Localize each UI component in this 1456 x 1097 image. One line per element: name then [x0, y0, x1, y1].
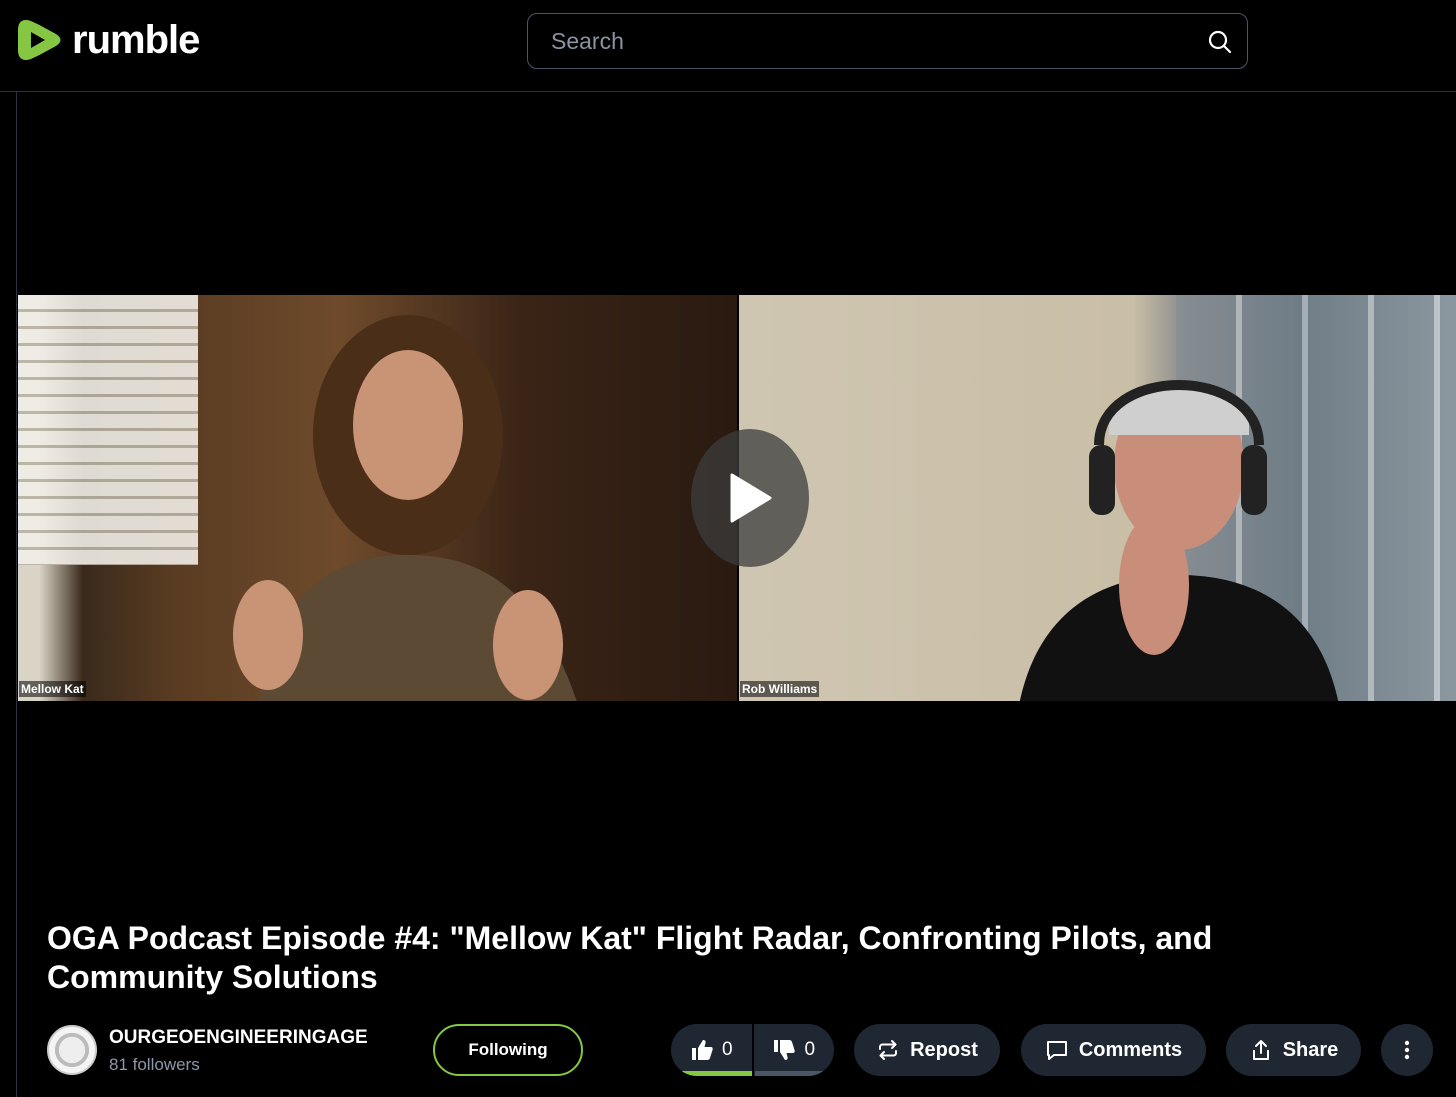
- dislike-ratio-bar: [755, 1071, 828, 1076]
- like-count: 0: [721, 1039, 733, 1060]
- vote-group: 0 0: [671, 1024, 834, 1076]
- rumble-play-logo-icon: [18, 20, 61, 60]
- dislike-count: 0: [804, 1039, 816, 1060]
- logo-text: rumble: [72, 18, 200, 62]
- search-box: [527, 13, 1248, 69]
- participant-name-right: Rob Williams: [740, 681, 820, 697]
- repost-icon: [879, 1040, 898, 1060]
- thumbs-up-icon: [691, 1040, 713, 1060]
- thumbs-down-icon: [774, 1040, 796, 1060]
- play-icon: [730, 473, 772, 523]
- window-shutters-decoration: [18, 295, 198, 565]
- channel-name[interactable]: OURGEOENGINEERINGAGE: [109, 1027, 368, 1049]
- play-button[interactable]: [691, 429, 809, 567]
- participant-right-image: [1019, 380, 1339, 701]
- share-button[interactable]: Share: [1226, 1024, 1361, 1076]
- left-sidebar-rail: [0, 92, 17, 1097]
- rumble-logo[interactable]: rumble: [16, 16, 200, 64]
- comments-label: Comments: [1078, 1038, 1183, 1061]
- follower-count: 81 followers: [109, 1055, 200, 1074]
- search-icon[interactable]: [1207, 29, 1233, 55]
- like-ratio-bar: [677, 1071, 752, 1076]
- repost-label: Repost: [910, 1038, 978, 1061]
- like-button[interactable]: 0: [671, 1024, 752, 1076]
- video-frame-left: Mellow Kat: [18, 295, 737, 701]
- participant-left-image: [233, 315, 577, 701]
- participant-name-left: Mellow Kat: [19, 681, 86, 697]
- share-label: Share: [1282, 1038, 1339, 1061]
- more-options-button[interactable]: [1381, 1024, 1433, 1076]
- following-button[interactable]: Following: [433, 1024, 583, 1076]
- video-player[interactable]: Mellow Kat Rob Williams: [18, 93, 1456, 893]
- comments-button[interactable]: Comments: [1021, 1024, 1206, 1076]
- search-input[interactable]: [528, 14, 1247, 68]
- share-icon: [1252, 1040, 1269, 1060]
- top-header: rumble: [0, 0, 1456, 92]
- video-frame-right: Rob Williams: [739, 295, 1456, 701]
- more-vertical-icon: [1404, 1040, 1410, 1060]
- channel-avatar[interactable]: [47, 1025, 97, 1075]
- comment-icon: [1046, 1041, 1067, 1060]
- video-title: OGA Podcast Episode #4: "Mellow Kat" Fli…: [47, 920, 1213, 995]
- dislike-button[interactable]: 0: [754, 1024, 835, 1076]
- repost-button[interactable]: Repost: [854, 1024, 1000, 1076]
